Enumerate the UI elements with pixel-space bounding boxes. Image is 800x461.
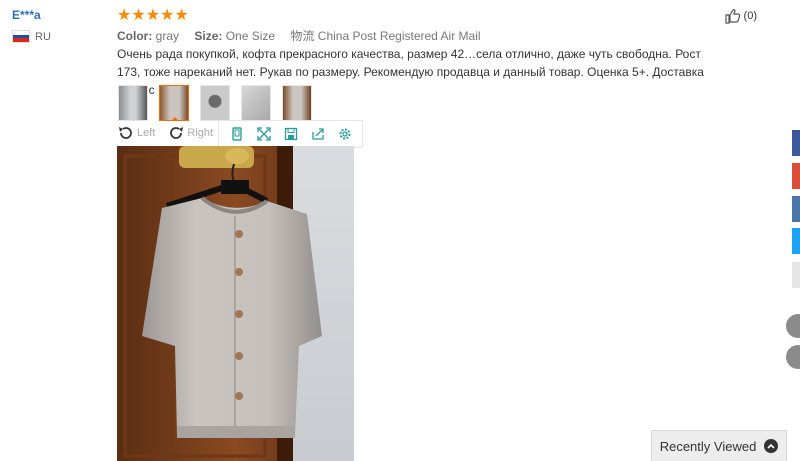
rotate-right-button[interactable]: Right [167, 124, 213, 142]
share-icon [311, 128, 324, 140]
helpful-button[interactable]: (0) [724, 7, 757, 25]
star-rating: ★★★★★ [117, 7, 189, 24]
more-share-button[interactable] [792, 262, 800, 288]
thumbs-up-icon [724, 8, 740, 24]
rotate-right-label: Right [187, 127, 214, 139]
vk-share-button[interactable] [792, 196, 800, 222]
settings-icon [339, 128, 350, 140]
russia-flag-icon [12, 30, 30, 43]
twitter-share-button[interactable] [792, 228, 800, 254]
thumbnail-1[interactable] [118, 85, 148, 121]
thumbnail-strip [118, 85, 323, 121]
image-toolbar: Left Right [117, 120, 363, 148]
thumbnail-3[interactable] [200, 85, 230, 121]
recently-viewed-bar[interactable]: Recently Viewed [651, 430, 787, 461]
shipping-label: 物流 [290, 29, 315, 43]
rotate-left-label: Left [137, 127, 156, 139]
recently-viewed-label: Recently Viewed [659, 438, 757, 454]
chevron-up-icon [764, 439, 779, 453]
scroll-down-button[interactable] [786, 345, 800, 369]
thumbnail-5[interactable] [282, 85, 312, 121]
rotate-left-icon [119, 127, 132, 139]
helpful-count: (0) [743, 10, 757, 22]
reviewer-country: RU [12, 30, 51, 43]
scroll-up-button[interactable] [786, 314, 800, 338]
settings-button[interactable] [331, 127, 358, 141]
thumbnail-4[interactable] [241, 85, 271, 121]
share-button[interactable] [304, 127, 331, 141]
size-value: One Size [225, 29, 276, 43]
thumbnail-2[interactable] [159, 85, 189, 121]
save-icon [284, 127, 297, 141]
rotate-right-icon [170, 127, 184, 139]
review-meta: Color: gray Size: One Size 物流 China Post… [117, 27, 481, 44]
facebook-share-button[interactable] [792, 130, 800, 156]
fullscreen-icon [256, 127, 271, 141]
country-code: RU [35, 30, 51, 43]
phone-view-button[interactable] [223, 127, 250, 141]
shipping-value: China Post Registered Air Mail [317, 29, 481, 43]
gray-cardigan-photo [117, 146, 354, 461]
size-label: Size: [194, 29, 223, 43]
save-button[interactable] [277, 127, 304, 141]
google-share-button[interactable] [792, 163, 800, 189]
review-photo[interactable] [117, 146, 354, 461]
color-value: gray [155, 29, 180, 43]
color-label: Color: [117, 29, 153, 43]
fullscreen-button[interactable] [250, 127, 277, 141]
phone-view-icon [231, 127, 242, 141]
reviewer-name: E***a [12, 8, 41, 22]
rotate-left-button[interactable]: Left [117, 124, 155, 142]
image-action-icons [218, 120, 363, 148]
